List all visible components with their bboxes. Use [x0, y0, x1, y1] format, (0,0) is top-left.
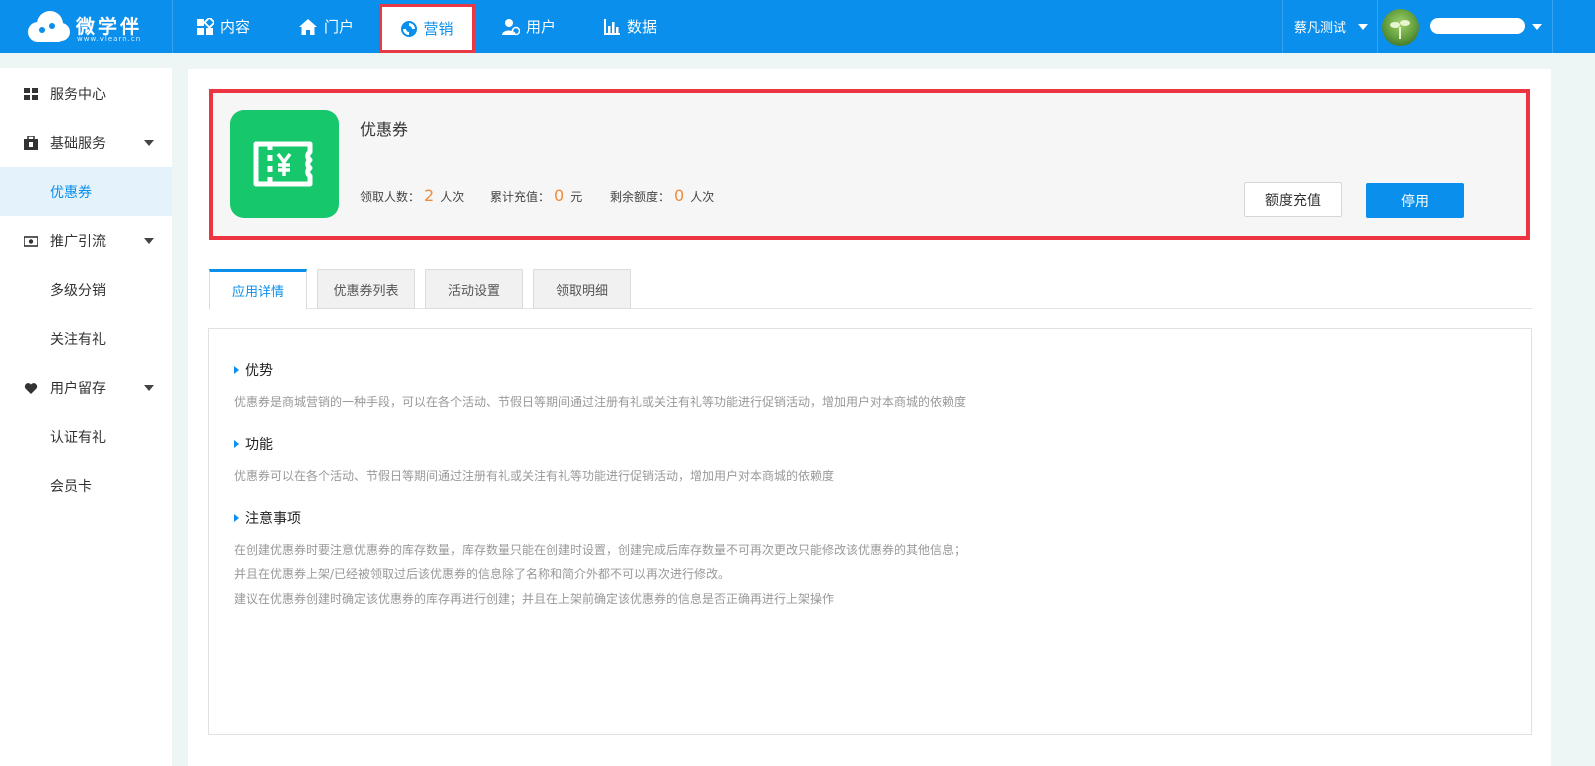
nav-label: 门户 [324, 18, 355, 36]
section-function-text: 优惠券可以在各个活动、节假日等期间通过注册有礼或关注有礼等功能进行促销活动，增加… [234, 469, 835, 483]
sidebar-item-label: 推广引流 [50, 234, 106, 250]
user-icon [502, 18, 520, 35]
nav-label: 内容 [220, 18, 251, 36]
stat-label: 领取人数： [360, 190, 421, 204]
notes-line: 建议在优惠券创建时确定该优惠券的库存再进行创建；并且在上架前确定该优惠券的信息是… [234, 592, 835, 606]
nav-divider [1552, 0, 1553, 53]
nav-label: 用户 [526, 18, 557, 36]
heart-icon [24, 383, 38, 394]
stat-recharged: 累计充值： 0 元 [490, 186, 582, 205]
section-heading: 注意事项 [245, 511, 301, 527]
triangle-right-icon [234, 440, 239, 448]
section-heading: 优势 [245, 363, 273, 379]
tab-claim-details[interactable]: 领取明细 [533, 269, 631, 309]
tab-activity-settings[interactable]: 活动设置 [425, 269, 523, 309]
coupon-icon [253, 141, 313, 187]
content-icon [197, 17, 214, 35]
details-panel [208, 328, 1532, 735]
coupon-app-icon [230, 110, 339, 218]
tab-app-details[interactable]: 应用详情 [209, 269, 307, 310]
sidebar-item-follow-gift[interactable]: 关注有礼 [0, 314, 172, 363]
stat-label: 剩余额度： [610, 190, 671, 204]
nav-divider [172, 0, 173, 53]
nav-item-content[interactable]: 内容 [196, 0, 250, 53]
sidebar-item-label: 服务中心 [50, 87, 106, 103]
section-notes-title: 注意事项 [234, 508, 301, 528]
brand-url: www.vlearn.cn [77, 35, 142, 43]
chevron-down-icon [144, 238, 154, 244]
money-icon [24, 236, 38, 247]
triangle-right-icon [234, 366, 239, 374]
stat-label: 累计充值： [490, 190, 551, 204]
tab-coupon-list[interactable]: 优惠券列表 [317, 269, 415, 309]
sidebar-item-basic-services[interactable]: 基础服务 [0, 118, 172, 167]
section-heading: 功能 [245, 437, 273, 453]
marketing-icon [401, 20, 418, 37]
disable-button[interactable]: 停用 [1366, 183, 1464, 218]
sidebar-item-multilevel-distribution[interactable]: 多级分销 [0, 265, 172, 314]
sidebar-item-user-retention[interactable]: 用户留存 [0, 363, 172, 412]
section-advantage-title: 优势 [234, 360, 273, 380]
sidebar-item-member-card[interactable]: 会员卡 [0, 461, 172, 510]
nav-divider [1377, 0, 1378, 53]
chevron-down-icon [144, 385, 154, 391]
stat-unit: 人次 [440, 190, 465, 204]
brand-logo[interactable]: 微学伴 www.vlearn.cn [24, 10, 174, 44]
sidebar-item-service-center[interactable]: 服务中心 [0, 69, 172, 118]
stat-remaining: 剩余额度： 0 人次 [610, 186, 714, 205]
briefcase-icon [24, 136, 38, 150]
nav-divider [1282, 0, 1283, 53]
chart-icon [604, 18, 620, 35]
section-function-title: 功能 [234, 434, 273, 454]
sidebar-item-promotion[interactable]: 推广引流 [0, 216, 172, 265]
nav-label: 营销 [423, 20, 454, 38]
quota-recharge-button[interactable]: 额度充值 [1244, 182, 1342, 217]
sidebar-item-label: 会员卡 [50, 479, 92, 495]
sidebar-item-label: 关注有礼 [50, 332, 106, 348]
app-summary-card [209, 89, 1530, 240]
app-title: 优惠券 [360, 120, 409, 139]
org-switcher[interactable]: 蔡凡测试 [1294, 0, 1369, 53]
nav-item-users[interactable]: 用户 [502, 0, 556, 53]
stat-value: 2 [424, 186, 435, 205]
sidebar-item-verification-gift[interactable]: 认证有礼 [0, 412, 172, 461]
sidebar-item-coupon[interactable]: 优惠券 [0, 167, 172, 216]
sidebar-item-label: 优惠券 [50, 185, 92, 201]
grid-icon [24, 88, 38, 100]
nav-item-portal[interactable]: 门户 [298, 0, 354, 53]
sidebar-item-label: 认证有礼 [50, 430, 106, 446]
stat-value: 0 [554, 186, 565, 205]
home-icon [299, 18, 317, 35]
stat-unit: 人次 [690, 190, 715, 204]
nav-item-data[interactable]: 数据 [603, 0, 657, 53]
avatar[interactable] [1382, 9, 1419, 46]
sidebar-item-label: 多级分销 [50, 283, 106, 299]
stat-claimed: 领取人数： 2 人次 [360, 186, 464, 205]
notes-line: 并且在优惠券上架/已经被领取过后该优惠券的信息除了名称和简介外都不可以再次进行修… [234, 567, 731, 581]
sprout-icon [1390, 20, 1410, 39]
chevron-down-icon [144, 140, 154, 146]
org-name: 蔡凡测试 [1294, 21, 1347, 36]
sidebar-item-label: 基础服务 [50, 136, 106, 152]
cloud-logo-icon [28, 11, 70, 42]
nav-item-marketing[interactable]: 营销 [379, 4, 475, 53]
username-redacted[interactable] [1430, 18, 1525, 34]
chevron-down-icon[interactable] [1532, 24, 1542, 30]
triangle-right-icon [234, 514, 239, 522]
stat-unit: 元 [570, 190, 583, 204]
stat-value: 0 [674, 186, 685, 205]
sidebar-item-label: 用户留存 [50, 381, 106, 397]
nav-label: 数据 [627, 18, 658, 36]
top-navigation-bar: 微学伴 www.vlearn.cn 内容 门户 营销 用户 数据 蔡凡测试 [0, 0, 1595, 53]
section-advantage-text: 优惠券是商城营销的一种手段，可以在各个活动、节假日等期间通过注册有礼或关注有礼等… [234, 395, 967, 409]
chevron-down-icon [1358, 23, 1369, 30]
notes-line: 在创建优惠券时要注意优惠券的库存数量，库存数量只能在创建时设置，创建完成后库存数… [234, 543, 967, 557]
